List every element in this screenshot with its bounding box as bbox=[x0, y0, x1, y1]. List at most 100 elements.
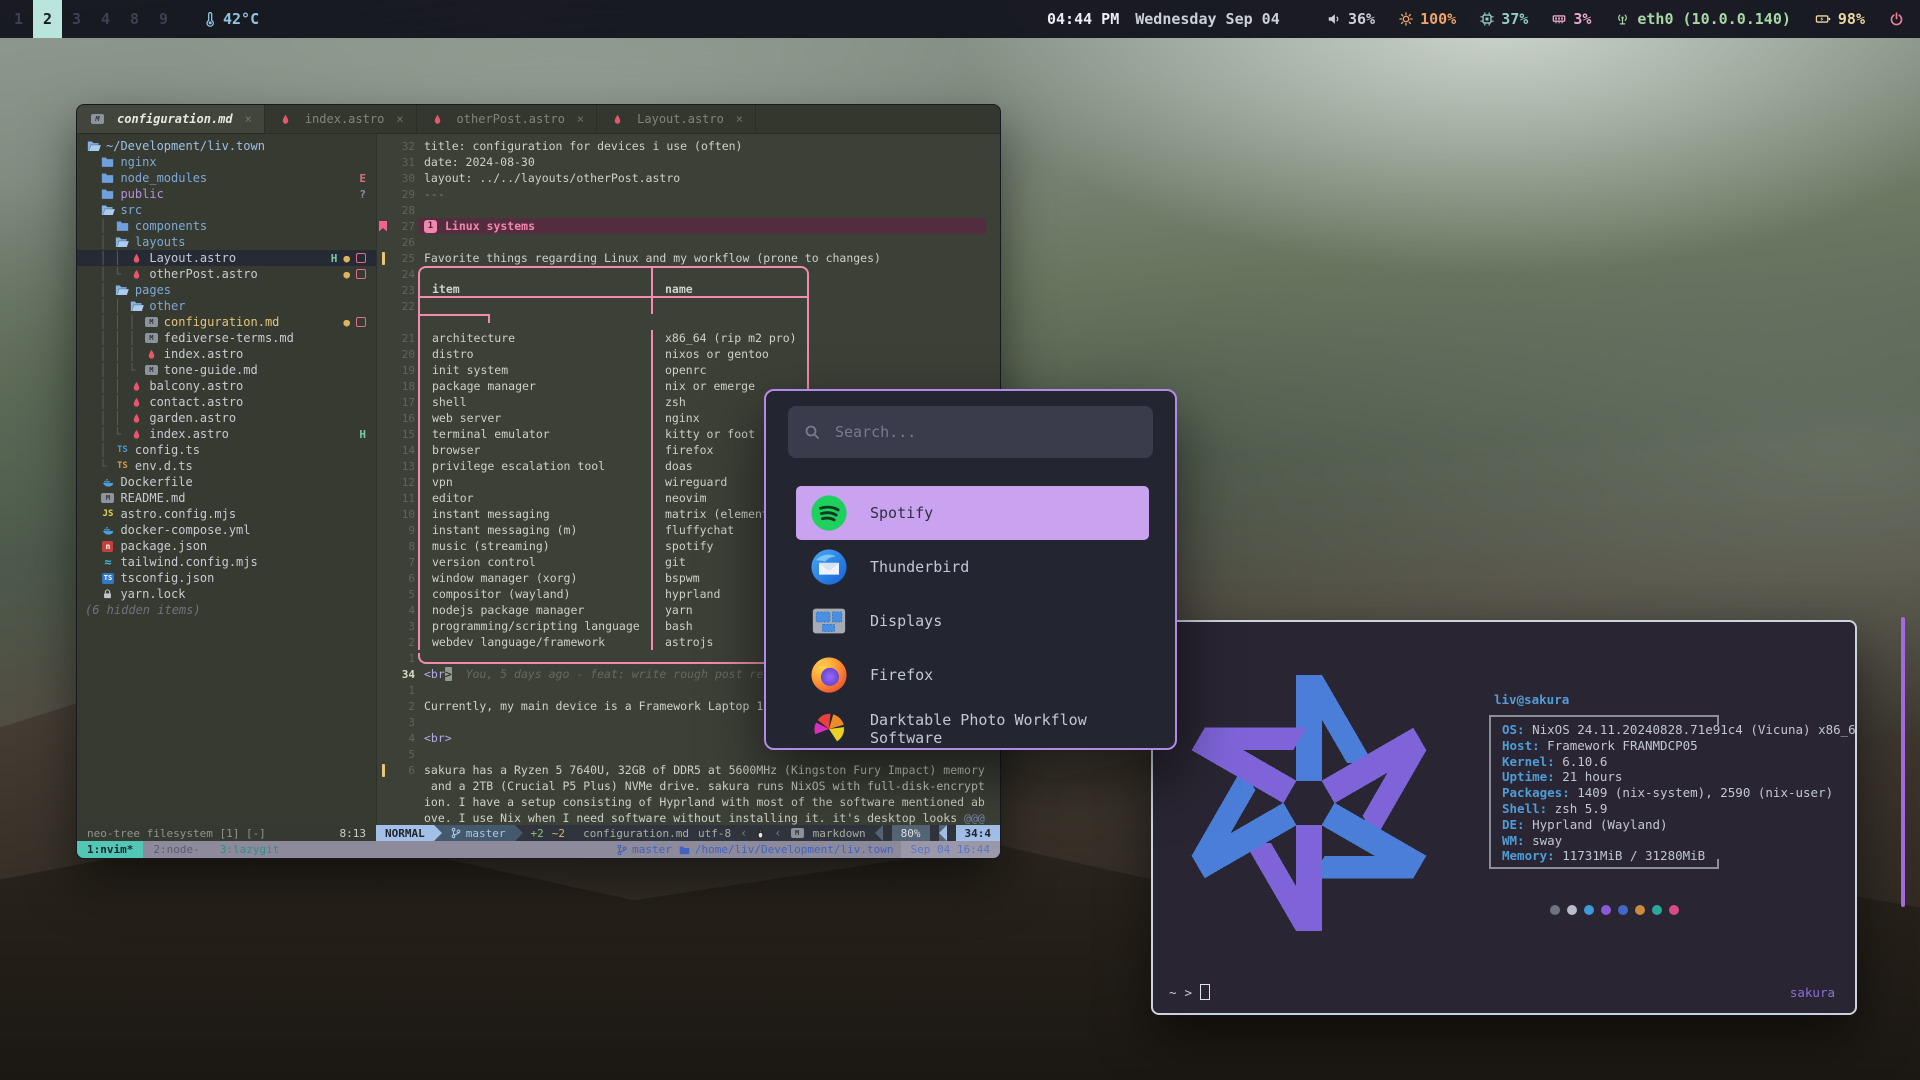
line-number: 32 bbox=[389, 140, 415, 153]
workspace-button-9[interactable]: 9 bbox=[149, 0, 178, 38]
tree-item-balcony-astro[interactable]: │ │ balcony.astro bbox=[77, 378, 376, 394]
bar-module-power[interactable] bbox=[1889, 12, 1904, 27]
tab-label: index.astro bbox=[305, 112, 384, 126]
folder-icon bbox=[99, 204, 116, 216]
tree-item-tone-guide-md[interactable]: │ │ └ Mtone-guide.md bbox=[77, 362, 376, 378]
power-icon bbox=[1889, 12, 1904, 27]
tmux-branch-name: master bbox=[632, 843, 672, 856]
indent-guide: │ └ bbox=[85, 427, 128, 441]
close-tab-icon[interactable]: × bbox=[245, 112, 252, 126]
tree-item-docker-compose-yml[interactable]: docker-compose.yml bbox=[77, 522, 376, 538]
close-tab-icon[interactable]: × bbox=[577, 112, 584, 126]
tree-item-fediverse-terms-md[interactable]: │ │ │ Mfediverse-terms.md bbox=[77, 330, 376, 346]
tmux-right: master/home/liv/Development/liv.townSep … bbox=[617, 841, 1000, 858]
tree-item-astro-config-mjs[interactable]: JSastro.config.mjs bbox=[77, 506, 376, 522]
lock-icon bbox=[99, 588, 116, 600]
fetch-info-label: WM: bbox=[1502, 833, 1525, 848]
fetch-info-line: Uptime: 21 hours bbox=[1502, 769, 1719, 785]
table-row: webdev language/frameworkastrojs bbox=[418, 634, 809, 650]
bar-module-cpu[interactable]: 37% bbox=[1480, 10, 1528, 28]
clock-module[interactable]: 04:44 PM Wednesday Sep 04 bbox=[1047, 10, 1280, 28]
tree-item-readme-md[interactable]: MREADME.md bbox=[77, 490, 376, 506]
tree-item-label: garden.astro bbox=[149, 411, 236, 425]
tree-item-otherpost-astro[interactable]: │ └ otherPost.astro● bbox=[77, 266, 376, 282]
background-window-border[interactable] bbox=[1901, 617, 1905, 907]
table-cell-item: vpn bbox=[420, 474, 653, 490]
tree-item-components[interactable]: │ components bbox=[77, 218, 376, 234]
tmux-window-1-nvim[interactable]: 1:nvim* bbox=[77, 841, 143, 858]
tab-index-astro[interactable]: index.astro × bbox=[265, 105, 417, 133]
tsconfig-icon: TS bbox=[99, 573, 116, 584]
branch-icon bbox=[617, 844, 627, 856]
workspace-button-4[interactable]: 4 bbox=[91, 0, 120, 38]
tree-item-index-astro[interactable]: │ └ index.astroH bbox=[77, 426, 376, 442]
terminal-cursor bbox=[1200, 984, 1210, 1000]
tab-configuration-md[interactable]: Mconfiguration.md× bbox=[77, 105, 265, 133]
bar-module-network[interactable]: eth0 (10.0.0.140) bbox=[1615, 10, 1791, 28]
tree-item-pages[interactable]: │ pages bbox=[77, 282, 376, 298]
folder-icon bbox=[114, 284, 131, 296]
workspace-button-8[interactable]: 8 bbox=[120, 0, 149, 38]
line-text: ion. I have a setup consisting of Hyprla… bbox=[424, 795, 985, 809]
tree-item-env-d-ts[interactable]: └ TSenv.d.ts bbox=[77, 458, 376, 474]
table-row: init systemopenrc bbox=[418, 362, 809, 378]
tree-item-node-modules[interactable]: node_modulesE bbox=[77, 170, 376, 186]
tree-item-package-json[interactable]: npackage.json bbox=[77, 538, 376, 554]
bar-module-memory[interactable]: 3% bbox=[1552, 10, 1591, 28]
tmux-window-2-node[interactable]: 2:node- bbox=[143, 841, 209, 858]
fetch-info-line: DE: Hyprland (Wayland) bbox=[1502, 817, 1719, 833]
tab-layout-astro[interactable]: Layout.astro× bbox=[597, 105, 756, 133]
line-number: 14 bbox=[389, 444, 415, 457]
close-tab-icon[interactable]: × bbox=[396, 112, 403, 126]
tree-item-configuration-md[interactable]: │ │ │ Mconfiguration.md● bbox=[77, 314, 376, 330]
workspace-button-1[interactable]: 1 bbox=[4, 0, 33, 38]
tree-item-src[interactable]: src bbox=[77, 202, 376, 218]
workspace-button-2[interactable]: 2 bbox=[33, 0, 62, 38]
astro-icon bbox=[128, 252, 145, 265]
bar-module-battery[interactable]: 98% bbox=[1815, 10, 1865, 28]
tree-item-other[interactable]: │ │ other bbox=[77, 298, 376, 314]
tree-item-dockerfile[interactable]: Dockerfile bbox=[77, 474, 376, 490]
tree-item-contact-astro[interactable]: │ │ contact.astro bbox=[77, 394, 376, 410]
tree-item-garden-astro[interactable]: │ │ garden.astro bbox=[77, 410, 376, 426]
tmux-window-3-lazygit[interactable]: 3:lazygit bbox=[210, 841, 290, 858]
tree-item-development-liv-town[interactable]: ~/Development/liv.town bbox=[77, 138, 376, 154]
git-hunk-badge: H bbox=[331, 252, 338, 265]
line-text: --- bbox=[424, 187, 445, 201]
launcher-item-thunderbird[interactable]: Thunderbird bbox=[796, 540, 1149, 594]
palette-dot bbox=[1669, 905, 1679, 915]
tree-item-config-ts[interactable]: │ TSconfig.ts bbox=[77, 442, 376, 458]
close-tab-icon[interactable]: × bbox=[736, 112, 743, 126]
tree-item-layout-astro[interactable]: │ │ Layout.astroH● bbox=[77, 250, 376, 266]
tree-item-tailwind-config-mjs[interactable]: ≈tailwind.config.mjs bbox=[77, 554, 376, 570]
shell-prompt[interactable]: ~ > bbox=[1169, 984, 1210, 1000]
indent-guide bbox=[85, 523, 99, 537]
neotree-status-label: neo-tree filesystem [1] [-] bbox=[87, 827, 266, 840]
tree-item-index-astro[interactable]: │ │ │ index.astro bbox=[77, 346, 376, 362]
tree-item-layouts[interactable]: │ layouts bbox=[77, 234, 376, 250]
tab-otherpost-astro[interactable]: otherPost.astro× bbox=[417, 105, 598, 133]
tree-item-nginx[interactable]: nginx bbox=[77, 154, 376, 170]
launcher-item-displays[interactable]: Displays bbox=[796, 594, 1149, 648]
indent-guide bbox=[85, 491, 99, 505]
tree-item-label: components bbox=[135, 219, 207, 233]
chip-icon bbox=[1480, 12, 1494, 26]
launcher-item-spotify[interactable]: Spotify bbox=[796, 486, 1149, 540]
tree-item-6-hidden-items[interactable]: (6 hidden items) bbox=[77, 602, 376, 618]
launcher-item-firefox[interactable]: Firefox bbox=[796, 648, 1149, 702]
git-status-badges: H● bbox=[331, 252, 376, 265]
bar-module-volume[interactable]: 36% bbox=[1327, 10, 1375, 28]
statusline: neo-tree filesystem [1] [-] 8:13 NORMALm… bbox=[77, 825, 1000, 841]
fetch-terminal-window: liv@sakura OS: NixOS 24.11.20240828.71e9… bbox=[1151, 620, 1857, 1015]
git-modified-badge: ● bbox=[343, 252, 350, 265]
tree-item-public[interactable]: public? bbox=[77, 186, 376, 202]
launcher-searchbox[interactable] bbox=[788, 406, 1153, 458]
search-input[interactable] bbox=[833, 422, 1137, 442]
temperature-module[interactable]: 42°C bbox=[204, 10, 259, 28]
tree-item-tsconfig-json[interactable]: TStsconfig.json bbox=[77, 570, 376, 586]
workspace-button-3[interactable]: 3 bbox=[62, 0, 91, 38]
line-text: layout: ../../layouts/otherPost.astro bbox=[424, 171, 680, 185]
launcher-item-darktable-photo-workflow-software[interactable]: Darktable Photo Workflow Software bbox=[796, 702, 1149, 750]
bar-module-brightness[interactable]: 100% bbox=[1399, 10, 1456, 28]
tree-item-yarn-lock[interactable]: yarn.lock bbox=[77, 586, 376, 602]
